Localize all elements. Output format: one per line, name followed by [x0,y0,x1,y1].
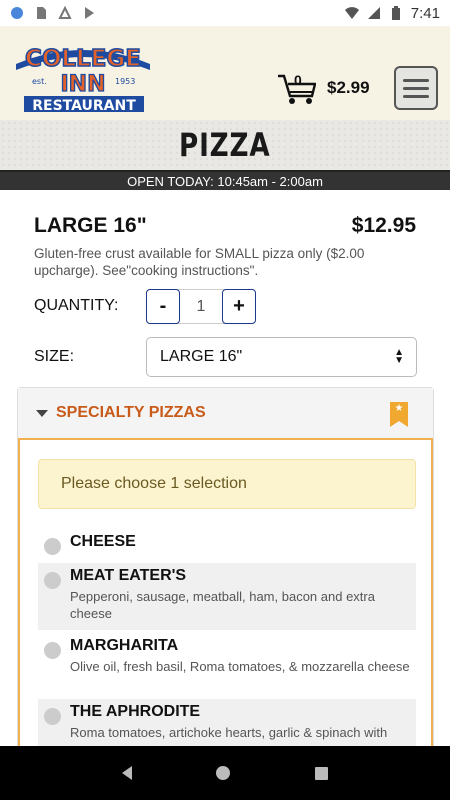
logo-line1: COLLEGE [25,46,141,72]
option-description: Roma tomatoes, artichoke hearts, garlic … [70,725,388,740]
quantity-value[interactable]: 1 [180,290,222,323]
item-name: LARGE 16" [34,214,147,237]
option-name: CHEESE [70,533,136,550]
pizza-option-cheese[interactable]: CHEESE [38,529,416,555]
status-time: 7:41 [410,4,440,22]
recents-icon[interactable] [314,766,328,780]
section-body: Please choose 1 selection CHEESE MEAT EA… [18,440,433,790]
radio-button[interactable] [44,708,61,725]
radio-button[interactable] [44,572,61,589]
item-note: Gluten-free crust available for SMALL pi… [34,246,365,278]
opening-hours: OPEN TODAY: 10:45am - 2:00am [0,170,450,190]
logo-line2: INN [60,72,105,97]
logo-line3: RESTAURANT [32,98,136,114]
menu-line-icon [403,78,429,82]
option-name: THE APHRODITE [70,703,201,720]
quantity-label: QUANTITY: [34,297,119,314]
sd-card-icon [37,7,46,19]
section-title: SPECIALTY PIZZAS [56,404,206,421]
hamburger-menu-button[interactable] [394,66,438,110]
status-icons-left [10,6,96,20]
quantity-increase-button[interactable]: + [222,289,256,324]
notification-icon [58,6,72,19]
option-name: MARGHARITA [70,637,179,654]
logo-year: 1953 [115,77,135,86]
restaurant-logo[interactable]: COLLEGE est. 1953 INN RESTAURANT [10,34,156,114]
quantity-stepper: - 1 + [146,289,256,324]
logo-est: est. [32,77,47,86]
menu-line-icon [403,86,429,90]
cart-total[interactable]: $2.99 [327,78,370,98]
battery-icon [391,6,400,20]
option-description: Pepperoni, sausage, meatball, ham, bacon… [70,589,375,621]
bookmark-star-icon: ★ [390,402,408,427]
back-icon[interactable] [122,766,133,780]
menu-line-icon [403,94,429,98]
page-banner: PIZZA [0,120,450,170]
app-icon [11,7,23,19]
select-arrows-icon: ▲ ▼ [394,347,404,366]
specialty-pizzas-section: SPECIALTY PIZZAS ★ Please choose 1 selec… [17,387,434,790]
signal-icon [367,7,380,19]
page-title: PIZZA [179,126,271,164]
radio-button[interactable] [44,538,61,555]
size-selected-value: LARGE 16" [160,348,243,365]
item-price: $12.95 [351,214,416,237]
caret-down-icon [36,409,48,417]
pizza-option-margharita[interactable]: MARGHARITA Olive oil, fresh basil, Roma … [38,633,416,679]
status-icons-right: 7:41 [344,4,440,22]
home-icon[interactable] [216,766,231,780]
wifi-icon [344,7,359,19]
size-select[interactable]: LARGE 16" ▲ ▼ [146,337,417,377]
cart-count: 0 [294,72,302,88]
quantity-decrease-button[interactable]: - [146,289,180,324]
option-description: Olive oil, fresh basil, Roma tomatoes, &… [70,659,410,674]
status-bar: 7:41 [0,0,450,26]
android-nav-bar [0,746,450,800]
app-header: COLLEGE est. 1953 INN RESTAURANT 0 $2.99 [0,26,450,120]
selection-notice: Please choose 1 selection [38,459,416,509]
radio-button[interactable] [44,642,61,659]
option-name: MEAT EATER'S [70,567,187,584]
section-header[interactable]: SPECIALTY PIZZAS ★ [18,388,433,440]
pizza-option-meat-eaters[interactable]: MEAT EATER'S Pepperoni, sausage, meatbal… [38,563,416,630]
size-label: SIZE: [34,348,75,365]
play-store-icon [85,7,94,19]
